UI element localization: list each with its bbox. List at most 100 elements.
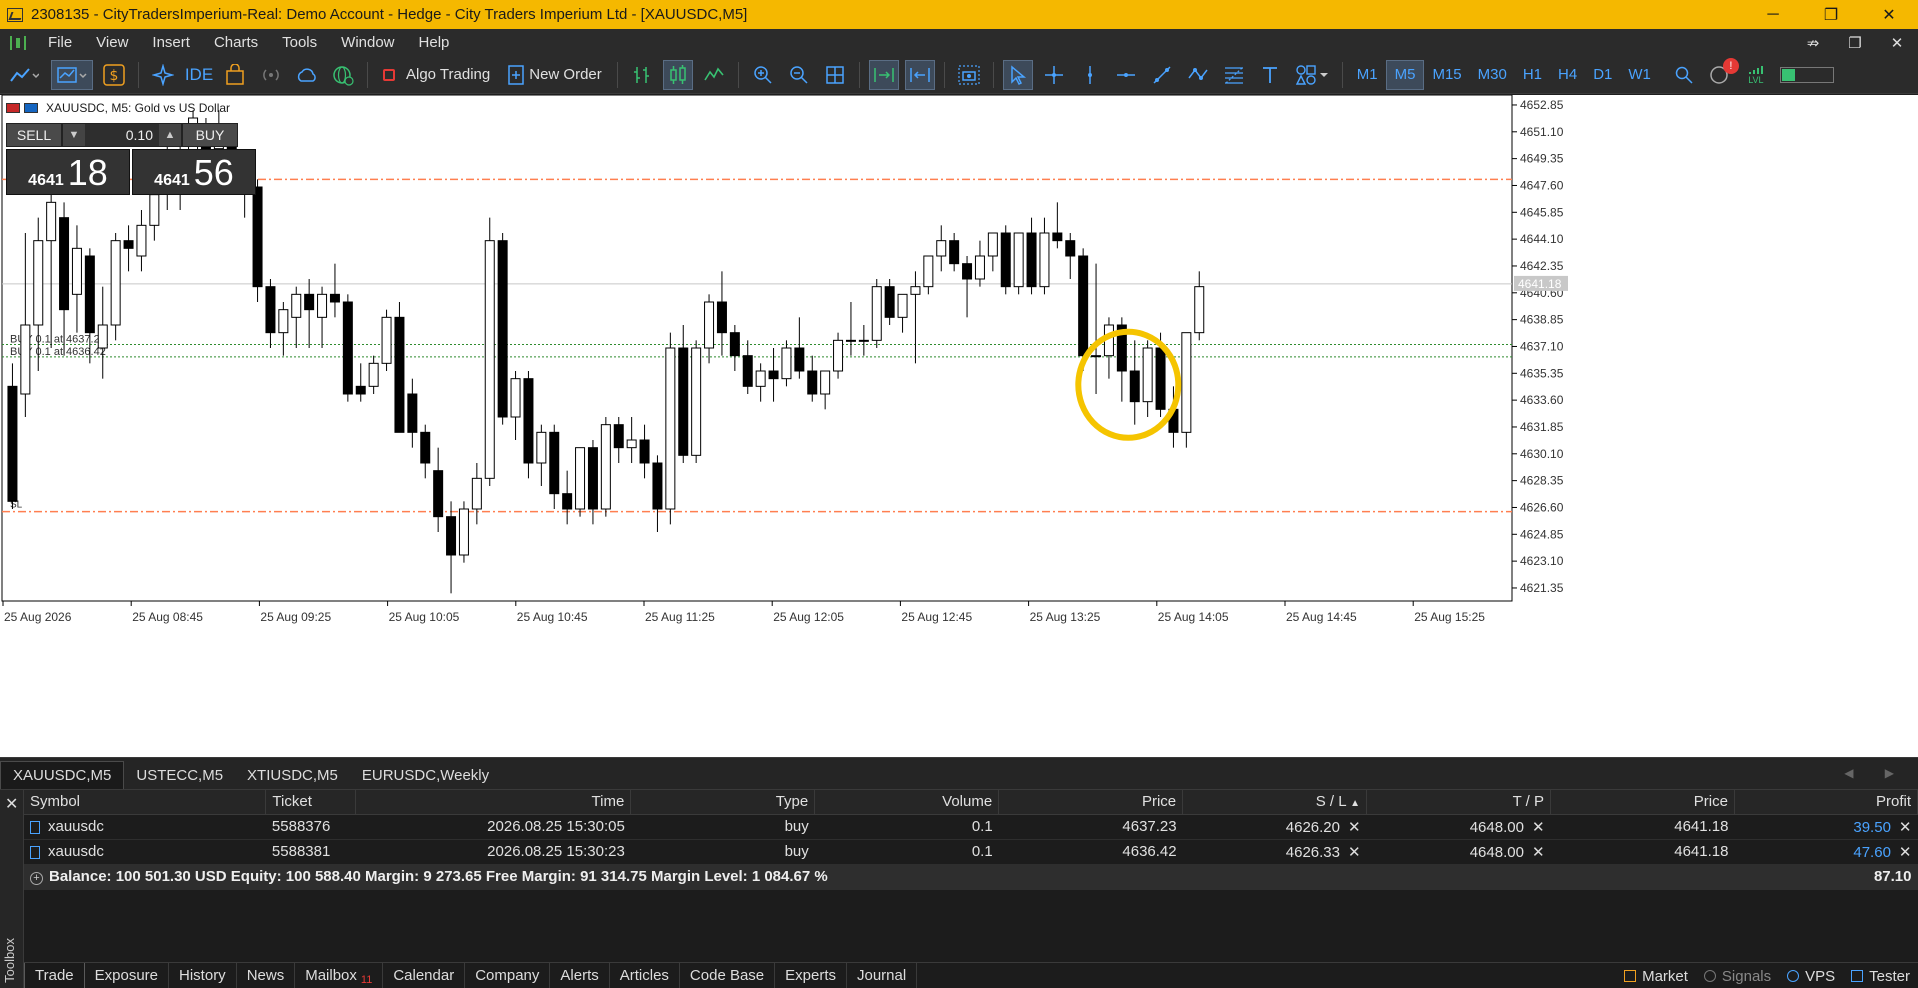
fibonacci-icon[interactable]	[1219, 60, 1249, 90]
timeframe-m15[interactable]: M15	[1424, 60, 1469, 90]
sell-button[interactable]: SELL	[6, 123, 62, 147]
text-tool-icon[interactable]	[1255, 60, 1285, 90]
tab-articles[interactable]: Articles	[610, 962, 680, 988]
globe-plus-icon[interactable]	[328, 60, 358, 90]
buy-button[interactable]: BUY	[182, 123, 238, 147]
col-price[interactable]: Price	[998, 790, 1184, 815]
col-symbol[interactable]: Symbol	[24, 790, 267, 815]
tab-experts[interactable]: Experts	[775, 962, 847, 988]
chart-tab-eurusdc[interactable]: EURUSDC,Weekly	[350, 761, 501, 789]
close-child-button[interactable]: ✕	[1876, 34, 1918, 52]
shapes-icon[interactable]	[1291, 60, 1333, 90]
chart-tabs-scroll-arrows[interactable]: ◀ ▶	[1844, 766, 1908, 780]
bar-chart-icon[interactable]	[627, 60, 657, 90]
dollar-icon[interactable]: $	[99, 60, 129, 90]
tab-journal[interactable]: Journal	[847, 962, 918, 988]
line-chart-icon[interactable]	[699, 60, 729, 90]
close-position-icon[interactable]: ✕	[1899, 844, 1912, 861]
col-tp[interactable]: T / P	[1366, 790, 1552, 815]
expand-icon[interactable]: +	[30, 872, 43, 885]
row-tp[interactable]: 4648.00	[1470, 844, 1524, 861]
ide-button[interactable]: IDE	[184, 60, 214, 90]
chart-tab-xtiusdc[interactable]: XTIUSDC,M5	[235, 761, 350, 789]
menu-charts[interactable]: Charts	[202, 34, 270, 51]
search-icon[interactable]	[1669, 60, 1699, 90]
volume-up-icon[interactable]: ▲	[159, 124, 181, 146]
chart-shift-icon[interactable]	[904, 59, 935, 90]
new-order-button[interactable]: New Order	[502, 60, 608, 90]
zoom-in-icon[interactable]	[748, 60, 778, 90]
col-current-price[interactable]: Price	[1550, 790, 1735, 815]
tab-calendar[interactable]: Calendar	[383, 962, 466, 988]
chart-tab-xauusdc[interactable]: XAUUSDC,M5	[0, 761, 125, 789]
maximize-button[interactable]: ❐	[1802, 0, 1860, 29]
minimize-button[interactable]: ─	[1744, 0, 1802, 29]
tab-trade[interactable]: Trade	[24, 962, 85, 988]
horizontal-line-icon[interactable]	[1111, 60, 1141, 90]
remove-sl-icon[interactable]: ✕	[1348, 819, 1361, 836]
chart-tab-ustecc[interactable]: USTECC,M5	[124, 761, 235, 789]
timeframe-h4[interactable]: H4	[1550, 60, 1585, 90]
bid-price-box[interactable]: 4641 18	[6, 149, 130, 195]
tab-alerts[interactable]: Alerts	[550, 962, 610, 988]
candlestick-chart[interactable]: TPSLBUY 0.1 at 4637.23BUY 0.1 at 4636.42…	[0, 95, 1918, 757]
col-profit[interactable]: Profit	[1734, 790, 1918, 815]
cloud-icon[interactable]	[292, 60, 322, 90]
candles-template-icon[interactable]	[51, 59, 93, 90]
volume-down-icon[interactable]: ▼	[63, 124, 85, 146]
ask-price-box[interactable]: 4641 56	[132, 149, 256, 195]
signal-level-icon[interactable]: LVL	[1741, 60, 1771, 90]
remove-tp-icon[interactable]: ✕	[1532, 819, 1545, 836]
timeframe-m5[interactable]: M5	[1385, 59, 1425, 90]
tab-exposure[interactable]: Exposure	[85, 962, 170, 988]
balance-row[interactable]: + Balance: 100 501.30 USD Equity: 100 588…	[24, 864, 1918, 890]
vps-button[interactable]: VPS	[1779, 968, 1843, 985]
menu-help[interactable]: Help	[407, 34, 462, 51]
tab-code-base[interactable]: Code Base	[680, 962, 776, 988]
auto-scroll-icon[interactable]	[868, 59, 899, 90]
table-row[interactable]: xauusdc 5588381 2026.08.25 15:30:23 buy …	[24, 839, 1918, 865]
table-row[interactable]: xauusdc 5588376 2026.08.25 15:30:05 buy …	[24, 814, 1918, 840]
notifications-button[interactable]: !	[1705, 57, 1739, 90]
zoom-out-icon[interactable]	[784, 60, 814, 90]
col-volume[interactable]: Volume	[814, 790, 1000, 815]
tab-company[interactable]: Company	[465, 962, 551, 988]
vertical-line-icon[interactable]	[1075, 60, 1105, 90]
tab-history[interactable]: History	[169, 962, 237, 988]
cursor-icon[interactable]	[1002, 59, 1033, 90]
menu-file[interactable]: File	[36, 34, 84, 51]
col-ticket[interactable]: Ticket	[265, 790, 357, 815]
remove-tp-icon[interactable]: ✕	[1532, 844, 1545, 861]
menu-insert[interactable]: Insert	[140, 34, 202, 51]
pin-icon[interactable]: ⇏	[1792, 34, 1834, 52]
timeframe-h1[interactable]: H1	[1515, 60, 1550, 90]
col-time[interactable]: Time	[355, 790, 632, 815]
chart-type-icon[interactable]	[3, 60, 45, 90]
tester-button[interactable]: Tester	[1843, 968, 1918, 985]
restore-child-button[interactable]: ❐	[1834, 34, 1876, 52]
signal-broadcast-icon[interactable]	[256, 60, 286, 90]
col-type[interactable]: Type	[630, 790, 816, 815]
algo-trading-button[interactable]: Algo Trading	[377, 60, 496, 90]
market-button[interactable]: Market	[1616, 968, 1696, 985]
timeframe-m30[interactable]: M30	[1470, 60, 1515, 90]
price-chart[interactable]: TPSLBUY 0.1 at 4637.23BUY 0.1 at 4636.42…	[0, 95, 1918, 757]
close-icon[interactable]: ✕	[5, 794, 18, 814]
market-bag-icon[interactable]	[220, 60, 250, 90]
close-button[interactable]: ✕	[1860, 0, 1918, 29]
screenshot-icon[interactable]	[954, 60, 984, 90]
candlestick-chart-icon[interactable]	[662, 59, 693, 90]
timeframe-w1[interactable]: W1	[1620, 60, 1659, 90]
row-tp[interactable]: 4648.00	[1470, 819, 1524, 836]
volume-stepper[interactable]: ▼ 0.10 ▲	[62, 123, 182, 147]
algo-wizard-icon[interactable]	[148, 60, 178, 90]
trendline-icon[interactable]	[1147, 60, 1177, 90]
tile-windows-icon[interactable]	[820, 60, 850, 90]
menu-window[interactable]: Window	[329, 34, 406, 51]
row-sl[interactable]: 4626.33	[1286, 844, 1340, 861]
remove-sl-icon[interactable]: ✕	[1348, 844, 1361, 861]
signals-button[interactable]: Signals	[1696, 968, 1779, 985]
tab-mailbox[interactable]: Mailbox 11	[295, 962, 384, 988]
col-sl[interactable]: S / L ▲	[1182, 790, 1368, 815]
close-position-icon[interactable]: ✕	[1899, 819, 1912, 836]
